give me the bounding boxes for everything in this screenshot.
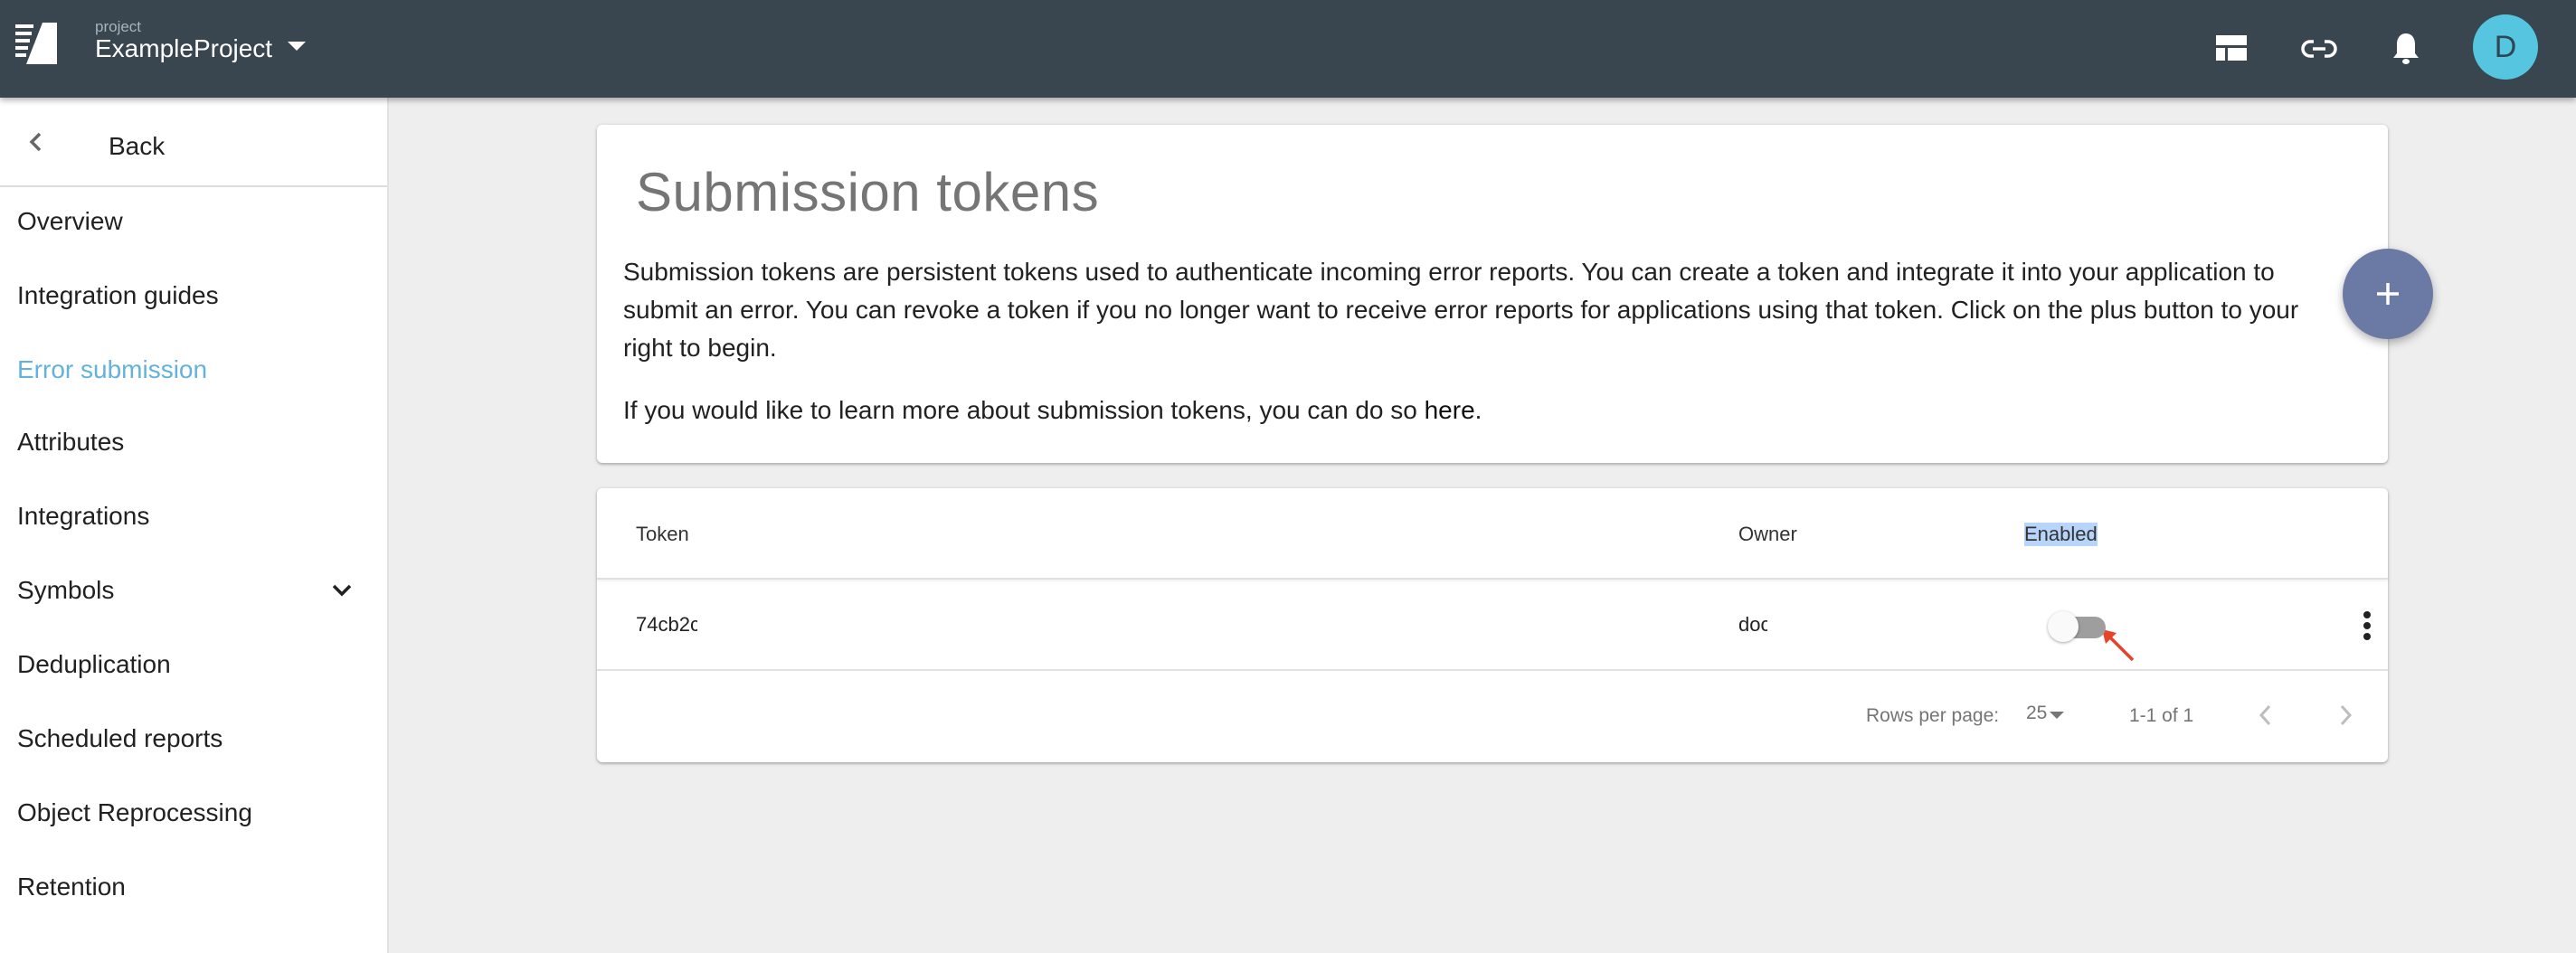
token-cell: 74cb2c	[636, 613, 697, 636]
top-app-bar: project ExampleProject D	[0, 0, 2576, 98]
row-more-options-button[interactable]	[2356, 608, 2378, 644]
rows-per-page-value: 25	[2026, 703, 2048, 723]
learn-more-suffix: .	[1474, 396, 1482, 424]
sidebar-item-label: Attributes	[17, 428, 125, 456]
add-token-button[interactable]	[2343, 249, 2433, 339]
user-avatar[interactable]: D	[2473, 14, 2538, 80]
table-header-row: Token Owner Enabled	[597, 488, 2388, 580]
kebab-dot	[2363, 622, 2371, 629]
notifications-button[interactable]	[2384, 27, 2428, 71]
sidebar-item-overview[interactable]: Overview	[0, 187, 387, 261]
sidebar-item-deduplication[interactable]: Deduplication	[0, 630, 387, 704]
project-dropdown-caret-icon[interactable]	[288, 42, 306, 51]
toggle-thumb	[2048, 611, 2079, 642]
sidebar-item-label: Error submission	[17, 355, 208, 383]
app-logo-icon[interactable]	[15, 23, 57, 64]
next-page-button[interactable]	[2327, 697, 2363, 733]
project-name[interactable]: ExampleProject	[95, 34, 272, 63]
enabled-toggle[interactable]	[2048, 611, 2106, 642]
column-header-enabled[interactable]: Enabled	[2024, 523, 2098, 546]
sidebar-item-label: Scheduled reports	[17, 724, 223, 752]
intro-card: Submission tokens Submission tokens are …	[597, 125, 2388, 463]
kebab-dot	[2363, 633, 2371, 640]
chevron-down-icon[interactable]	[331, 581, 353, 599]
learn-more-link[interactable]: here	[1425, 396, 1475, 424]
tokens-table: Token Owner Enabled 74cb2c doc Rows per …	[597, 488, 2388, 762]
learn-more-prefix: If you would like to learn more about su…	[623, 396, 1425, 424]
sidebar-item-object-reprocessing[interactable]: Object Reprocessing	[0, 778, 387, 853]
sidebar-item-label: Integration guides	[17, 281, 219, 309]
sidebar-item-label: Retention	[17, 873, 126, 901]
sidebar-item-label: Object Reprocessing	[17, 798, 252, 826]
learn-more-text: If you would like to learn more about su…	[623, 396, 1482, 425]
sidebar-item-error-submission[interactable]: Error submission	[0, 335, 387, 410]
sidebar: Back Overview Integration guides Error s…	[0, 98, 389, 953]
sidebar-item-scheduled-reports[interactable]: Scheduled reports	[0, 704, 387, 778]
owner-cell: doc	[1738, 613, 1767, 636]
page-title: Submission tokens	[636, 162, 1100, 222]
sidebar-item-label: Overview	[17, 207, 123, 235]
sidebar-item-integrations[interactable]: Integrations	[0, 482, 387, 556]
column-header-token[interactable]: Token	[636, 523, 689, 546]
kebab-dot	[2363, 611, 2371, 618]
project-label: project	[95, 18, 142, 35]
chevron-left-icon	[29, 132, 42, 152]
link-icon-button[interactable]	[2297, 27, 2341, 71]
chevron-left-icon	[2259, 704, 2271, 726]
bell-icon	[2393, 33, 2419, 64]
rows-per-page-select[interactable]: 25	[2026, 703, 2065, 724]
sidebar-item-symbols[interactable]: Symbols	[0, 556, 387, 630]
back-button[interactable]: Back	[0, 98, 387, 187]
previous-page-button[interactable]	[2248, 697, 2284, 733]
link-icon	[2301, 40, 2337, 58]
layout-icon	[2216, 35, 2247, 61]
sidebar-item-label: Integrations	[17, 502, 150, 530]
annotation-arrow-icon	[2102, 629, 2135, 662]
back-label: Back	[109, 132, 166, 160]
table-pagination: Rows per page: 25 1-1 of 1	[597, 672, 2388, 762]
plus-icon	[2377, 283, 2399, 305]
intro-description: Submission tokens are persistent tokens …	[623, 258, 2299, 362]
page-range: 1-1 of 1	[2129, 705, 2194, 726]
chevron-right-icon	[2340, 704, 2353, 726]
rows-per-page-label: Rows per page:	[1866, 705, 2000, 726]
sidebar-item-label: Symbols	[17, 576, 115, 604]
sidebar-item-attributes[interactable]: Attributes	[0, 408, 387, 482]
layout-icon-button[interactable]	[2211, 27, 2254, 71]
sidebar-item-label: Deduplication	[17, 650, 171, 678]
sidebar-item-retention[interactable]: Retention	[0, 853, 387, 927]
column-header-owner[interactable]: Owner	[1738, 523, 1797, 546]
sidebar-item-integration-guides[interactable]: Integration guides	[0, 261, 387, 335]
caret-down-icon	[2050, 712, 2065, 719]
